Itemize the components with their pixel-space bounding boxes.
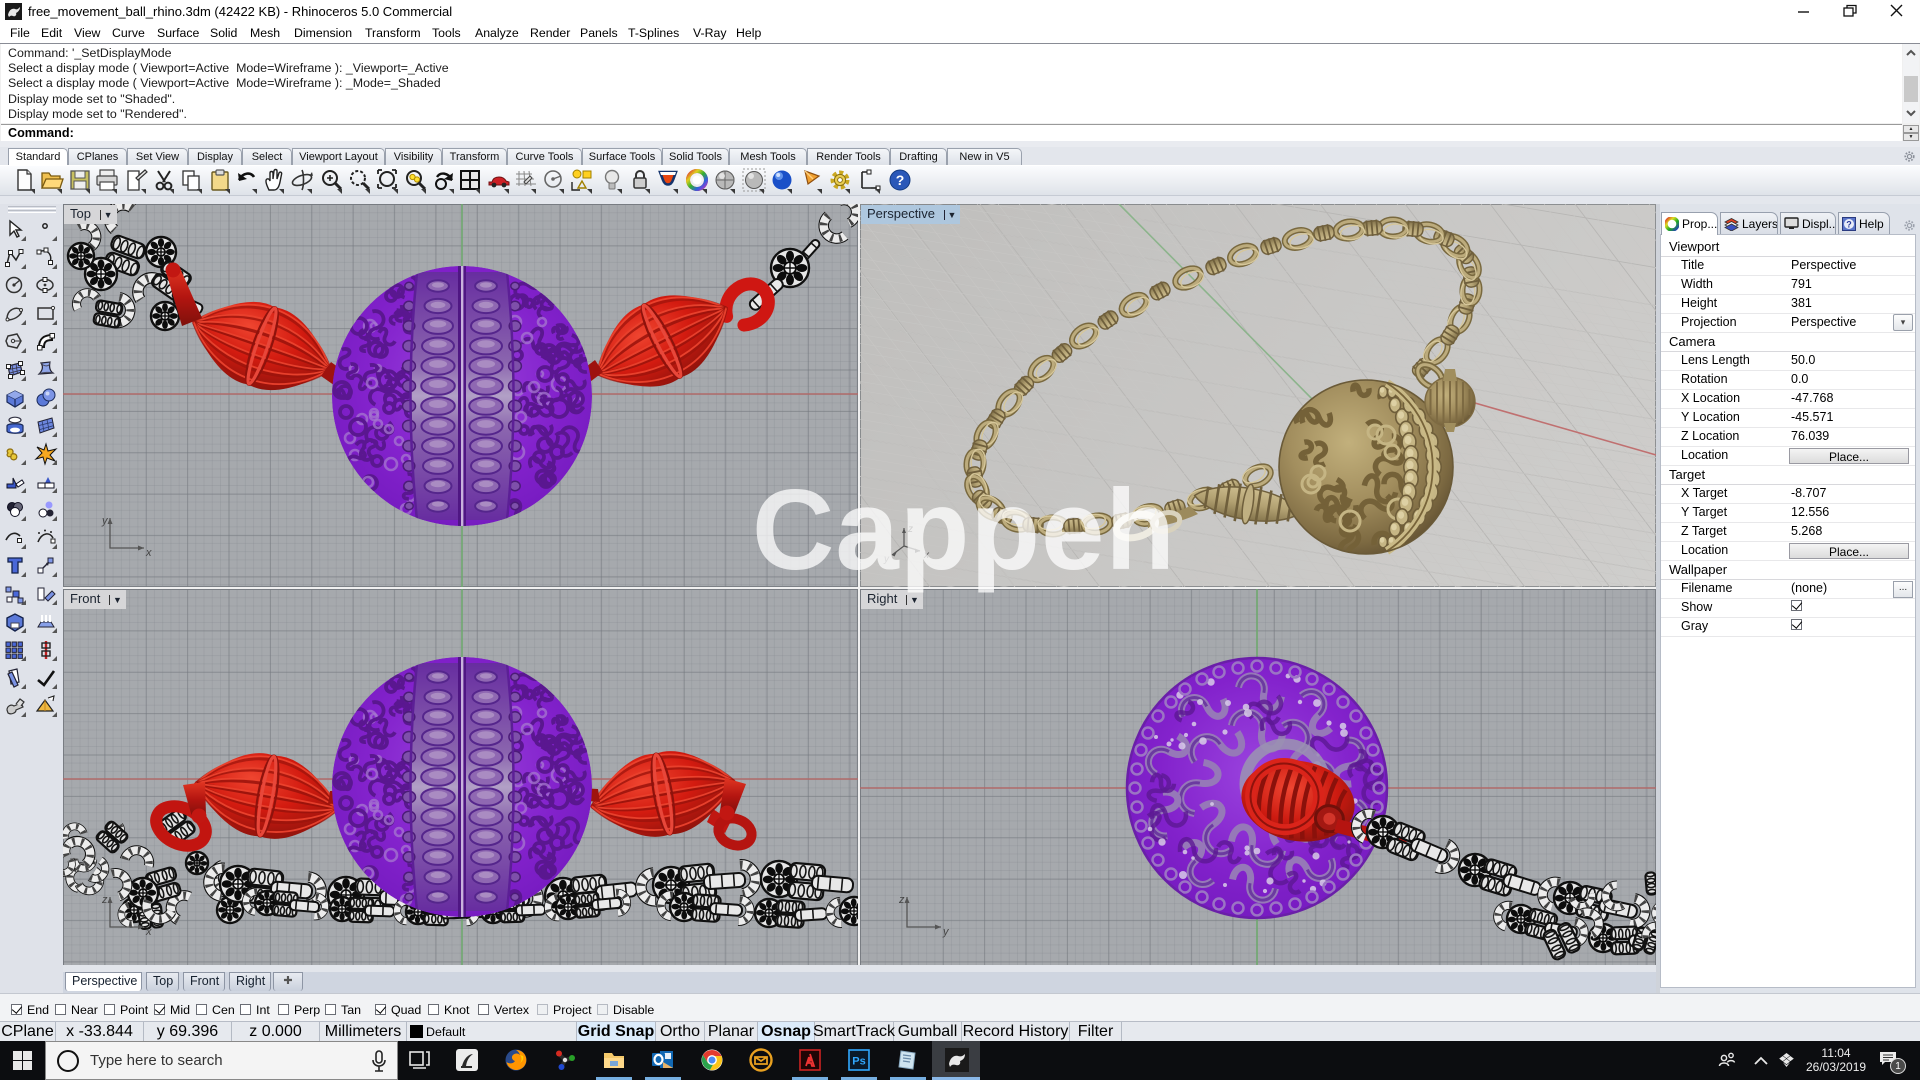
svg-text:Ps: Ps [852, 1056, 865, 1068]
svg-text:z: z [898, 894, 905, 906]
svg-text:x: x [145, 926, 152, 938]
svg-text:?: ? [896, 172, 905, 188]
svg-text:y: y [101, 515, 109, 527]
svg-text:x: x [145, 547, 152, 559]
svg-text:?: ? [1846, 219, 1852, 229]
svg-text:z: z [101, 894, 108, 906]
svg-text:y: y [942, 926, 950, 938]
